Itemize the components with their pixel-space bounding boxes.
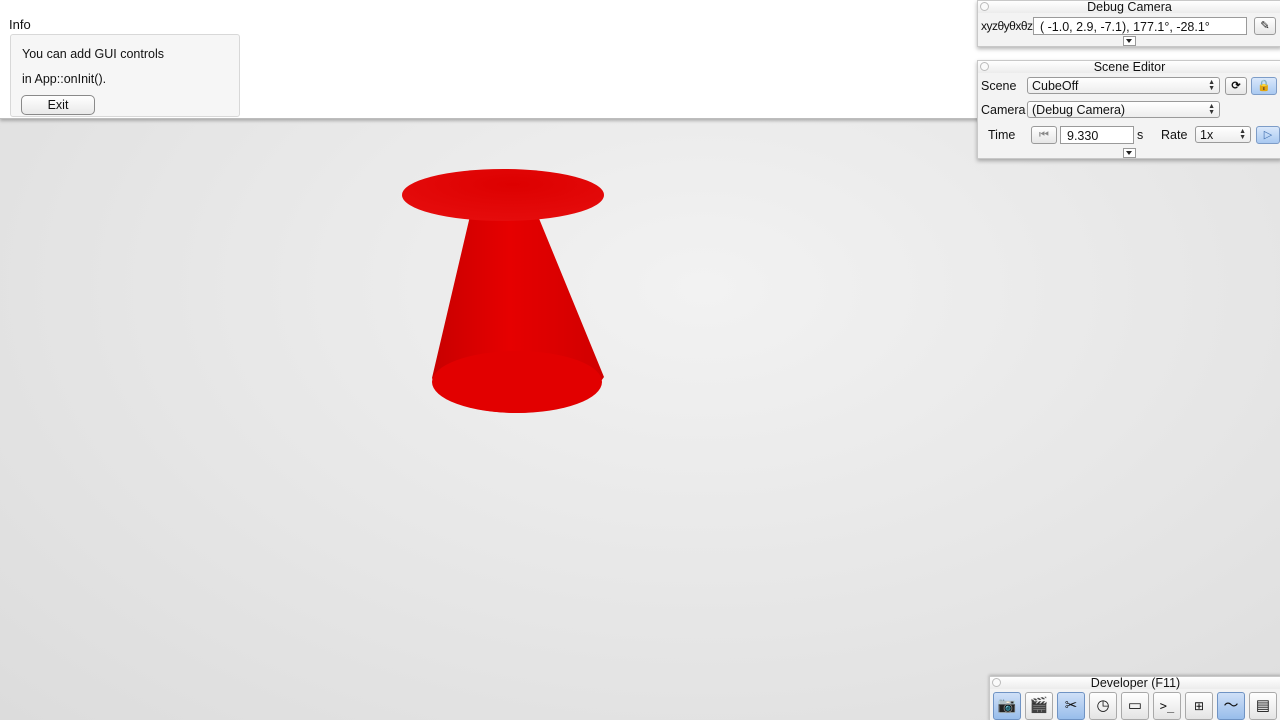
new-window-icon[interactable]: ▭ [1121, 692, 1149, 720]
scene-editor-window: Scene Editor Scene CubeOff ▲ ▼ ⟳ 🔒 Camera… [977, 60, 1280, 159]
scene-editor-title: Scene Editor [978, 61, 1280, 73]
scene-select[interactable]: CubeOff ▲ ▼ [1027, 77, 1220, 94]
terminal-icon[interactable]: >_ [1153, 692, 1181, 720]
time-label: Time [988, 128, 1016, 142]
time-field[interactable]: 9.330 [1060, 126, 1134, 144]
tools-icon[interactable]: ✂ [1057, 692, 1085, 720]
updown-arrows-icon: ▲ ▼ [1208, 103, 1215, 116]
play-icon[interactable]: ▷ [1256, 126, 1280, 144]
rate-select[interactable]: 1x ▲ ▼ [1195, 126, 1251, 143]
lock-icon[interactable]: 🔒 [1251, 77, 1277, 95]
collapse-arrow-icon[interactable] [1123, 148, 1136, 158]
reload-icon[interactable]: ⟳ [1225, 77, 1247, 95]
clapperboard-icon[interactable]: 🎬 [1025, 692, 1053, 720]
rate-label: Rate [1161, 128, 1188, 142]
camera-select-value: (Debug Camera) [1032, 103, 1126, 117]
camera-label: Camera [981, 103, 1026, 117]
scene-label: Scene [981, 79, 1017, 93]
updown-arrows-icon: ▲ ▼ [1208, 79, 1215, 92]
close-icon[interactable] [992, 678, 1001, 687]
developer-title: Developer (F11) [990, 677, 1280, 689]
profiler-icon[interactable]: 〜 [1217, 692, 1245, 720]
scene-graph-icon[interactable]: ⊞ [1185, 692, 1213, 720]
developer-toolbar: Developer (F11) 📷 🎬 ✂ ◷ ▭ >_ ⊞ 〜 ▤ [989, 676, 1280, 720]
updown-arrows-icon: ▲ ▼ [1239, 128, 1246, 141]
camera-coord-label: xyzθyθxθz [981, 19, 1033, 33]
document-icon[interactable]: ▤ [1249, 692, 1277, 720]
collapse-arrow-icon[interactable] [1123, 36, 1136, 46]
clock-icon[interactable]: ◷ [1089, 692, 1117, 720]
scene-select-value: CubeOff [1032, 79, 1079, 93]
debug-camera-window: Debug Camera xyzθyθxθz ( -1.0, 2.9, -7.1… [977, 0, 1280, 47]
debug-camera-title: Debug Camera [978, 1, 1280, 13]
close-icon[interactable] [980, 2, 989, 11]
close-icon[interactable] [980, 62, 989, 71]
time-unit: s [1137, 128, 1144, 142]
camera-icon[interactable]: 📷 [993, 692, 1021, 720]
pencil-icon[interactable]: ✎ [1254, 17, 1276, 35]
rate-select-value: 1x [1200, 128, 1214, 142]
cone-base [432, 351, 602, 413]
camera-coordinates-field[interactable]: ( -1.0, 2.9, -7.1), 177.1°, -28.1° [1033, 17, 1247, 35]
rewind-icon[interactable]: ⏮ [1031, 126, 1057, 144]
camera-select[interactable]: (Debug Camera) ▲ ▼ [1027, 101, 1220, 118]
red-cone-object [402, 169, 604, 413]
cone-top-disc [402, 169, 604, 221]
